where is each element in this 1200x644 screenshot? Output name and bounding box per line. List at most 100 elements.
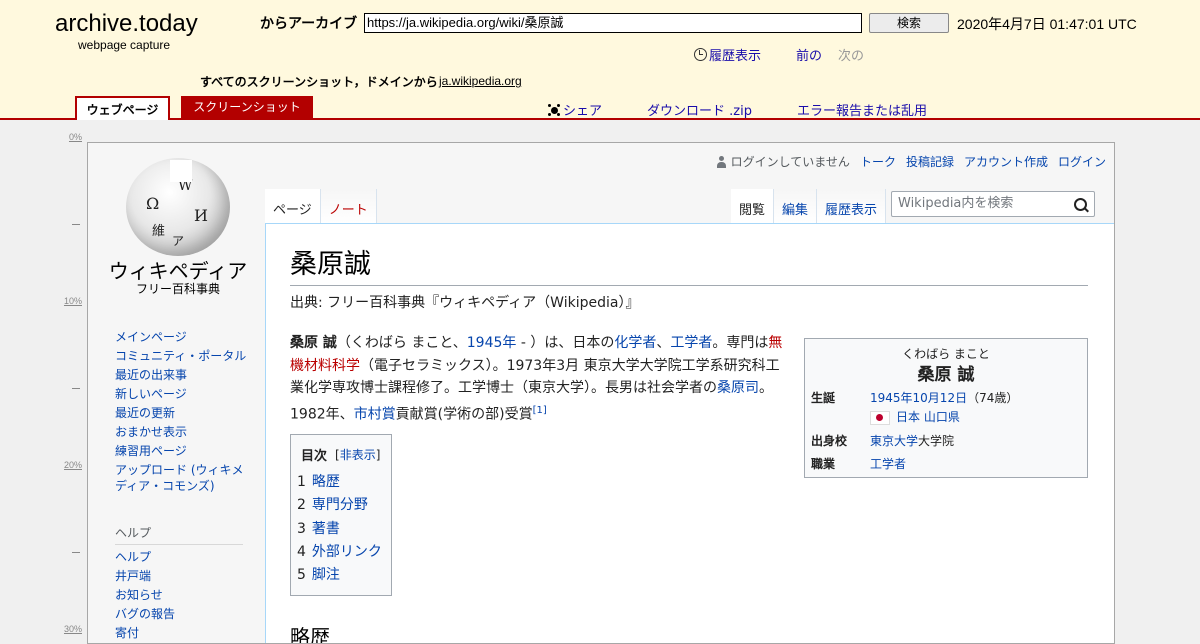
lead-name: 桑原 誠 (290, 335, 337, 351)
not-logged-in-label: ログインしていません (730, 155, 850, 169)
sidebar-help-heading: ヘルプ (115, 524, 243, 545)
wikipedia-tagline: フリー百科事典 (135, 282, 220, 296)
ruler-tick (72, 552, 80, 553)
reference-1[interactable]: [1] (533, 405, 547, 416)
tab-note[interactable]: ノート (320, 189, 377, 223)
infobox-prefecture[interactable]: 山口県 (924, 410, 960, 424)
create-account-link[interactable]: アカウント作成 (964, 153, 1048, 170)
tab-read[interactable]: 閲覧 (731, 189, 775, 223)
page-title: 桑原誠 (290, 242, 1088, 286)
link-kuwabara-tsukasa[interactable]: 桑原司 (717, 380, 759, 396)
infobox-school-label: 出身校 (811, 434, 848, 448)
search-icon[interactable] (1074, 198, 1087, 211)
user-icon (716, 155, 727, 168)
sidebar-item-recent-changes[interactable]: 最近の更新 (115, 405, 247, 421)
wikipedia-globe-logo[interactable]: Ω W И 維 ア (126, 158, 230, 256)
share-link[interactable]: シェア (548, 100, 602, 119)
sidebar-item-upload[interactable]: アップロード (ウィキメディア・コモンズ) (115, 462, 247, 494)
share-link-label: シェア (563, 104, 603, 119)
sidebar-item-donate[interactable]: 寄付 (115, 625, 247, 641)
infobox-job-link[interactable]: 工学者 (870, 457, 906, 471)
talk-link[interactable]: トーク (860, 153, 896, 170)
history-link-label: 履歴表示 (709, 49, 762, 64)
next-link: 次の (838, 49, 865, 64)
sidebar-item-bug-report[interactable]: バグの報告 (115, 606, 247, 622)
sidebar-item-notices[interactable]: お知らせ (115, 587, 247, 603)
download-zip-link[interactable]: ダウンロード .zip (647, 100, 752, 119)
report-abuse-link[interactable]: エラー報告または乱用 (797, 100, 927, 119)
link-chemist[interactable]: 化学者 (614, 335, 656, 351)
toc-item: 3 著書 (297, 521, 340, 537)
infobox-job-label: 職業 (811, 457, 836, 471)
all-screenshots-label: すべてのスクリーンショット，ドメインから (200, 75, 438, 89)
infobox-country[interactable]: 日本 (896, 410, 920, 424)
toc-item: 1 略歴 (297, 474, 340, 490)
ruler-tick (72, 388, 80, 389)
toc-link-external[interactable]: 外部リンク (312, 544, 382, 560)
ruler-label-10[interactable]: 10% (60, 296, 82, 306)
sidebar-item-help[interactable]: ヘルプ (115, 549, 247, 565)
sidebar-item-village-pump[interactable]: 井戸端 (115, 568, 247, 584)
sidebar-nav: メインページ コミュニティ・ポータル 最近の出来事 新しいページ 最近の更新 お… (115, 329, 247, 497)
link-1945[interactable]: 1945年 (467, 335, 517, 351)
article-content: 桑原誠 出典: フリー百科事典『ウィキペディア（Wikipedia）』 桑原 誠… (265, 223, 1114, 644)
sidebar-item-community[interactable]: コミュニティ・ポータル (115, 348, 247, 364)
infobox-birth-label: 生誕 (811, 391, 836, 405)
toc-title: 目次 (301, 449, 328, 464)
toc-link-specialty[interactable]: 専門分野 (312, 497, 368, 513)
toc-item: 4 外部リンク (297, 544, 382, 560)
archive-from-label: からアーカイブ (260, 16, 358, 32)
toc-link-history[interactable]: 略歴 (312, 474, 340, 490)
toc-hide-link[interactable]: 非表示 (340, 448, 376, 462)
lead-paragraph: 桑原 誠（くわばら まこと、1945年 - ）は、日本の化学者、工学者。専門は無… (290, 335, 783, 423)
ruler-tick (72, 224, 80, 225)
toc-toggle: [非表示] (335, 448, 381, 462)
domain-link[interactable]: ja.wikipedia.org (439, 74, 522, 88)
archive-logo[interactable]: archive.today (55, 10, 198, 38)
section-heading-history: 略歴 (290, 625, 330, 644)
login-link[interactable]: ログイン (1058, 153, 1106, 170)
toc-link-books[interactable]: 著書 (312, 521, 340, 537)
sidebar-item-new-pages[interactable]: 新しいページ (115, 386, 247, 402)
table-of-contents: 目次 [非表示] 1 略歴 2 専門分野 3 著書 4 外部リンク 5 脚注 (290, 434, 392, 596)
toc-link-notes[interactable]: 脚注 (312, 567, 340, 583)
capture-date: 2020年4月7日 01:47:01 UTC (957, 16, 1137, 32)
history-clock-icon (694, 48, 707, 61)
share-icon (548, 103, 560, 116)
archive-search-button[interactable]: 検索 (869, 13, 949, 33)
tab-edit[interactable]: 編集 (774, 189, 818, 223)
sidebar-item-random[interactable]: おまかせ表示 (115, 424, 247, 440)
personal-tools: ログインしていません トーク 投稿記録 アカウント作成 ログイン (716, 153, 1106, 170)
archive-header: archive.today webpage capture からアーカイブ ht… (0, 0, 1200, 120)
infobox: くわばら まこと 桑原 誠 生誕 1945年10月12日（74歳） 日本 山口県… (804, 338, 1088, 478)
view-tabs: 閲覧 編集 履歴表示 (731, 189, 887, 224)
site-subtitle: 出典: フリー百科事典『ウィキペディア（Wikipedia）』 (290, 295, 640, 311)
archived-page-frame: Ω W И 維 ア ウィキペディア フリー百科事典 メインページ コミュニティ・… (87, 142, 1115, 644)
wiki-search-placeholder: Wikipedia内を検索 (898, 196, 1014, 211)
tab-history[interactable]: 履歴表示 (817, 189, 887, 223)
link-ichimura-prize[interactable]: 市村賞 (354, 406, 396, 422)
link-engineer[interactable]: 工学者 (670, 335, 712, 351)
sidebar-item-main-page[interactable]: メインページ (115, 329, 247, 345)
ruler-label-0[interactable]: 0% (60, 132, 82, 142)
infobox-birth-age: （74歳） (967, 391, 1019, 405)
contributions-link[interactable]: 投稿記録 (906, 153, 954, 170)
wiki-search-input[interactable]: Wikipedia内を検索 (891, 191, 1095, 217)
tab-screenshot[interactable]: スクリーンショット (181, 96, 313, 118)
sidebar-item-sandbox[interactable]: 練習用ページ (115, 443, 247, 459)
infobox-school-link[interactable]: 東京大学 (870, 434, 918, 448)
tab-webpage[interactable]: ウェブページ (75, 96, 170, 120)
prev-link[interactable]: 前の (796, 45, 822, 64)
archive-url-input[interactable]: https://ja.wikipedia.org/wiki/桑原誠 (364, 13, 862, 33)
sidebar-item-current-events[interactable]: 最近の出来事 (115, 367, 247, 383)
history-link[interactable]: 履歴表示 (694, 45, 761, 64)
infobox-name: 桑原 誠 (917, 365, 975, 385)
japan-flag-icon (870, 410, 890, 425)
ruler-label-20[interactable]: 20% (60, 460, 82, 470)
ruler-label-30[interactable]: 30% (60, 624, 82, 634)
archive-tagline: webpage capture (78, 38, 171, 52)
toc-item: 2 専門分野 (297, 497, 368, 513)
infobox-birth-date[interactable]: 1945年10月12日 (870, 391, 967, 405)
tab-page[interactable]: ページ (265, 189, 321, 223)
namespace-tabs: ページ ノート (265, 189, 377, 224)
